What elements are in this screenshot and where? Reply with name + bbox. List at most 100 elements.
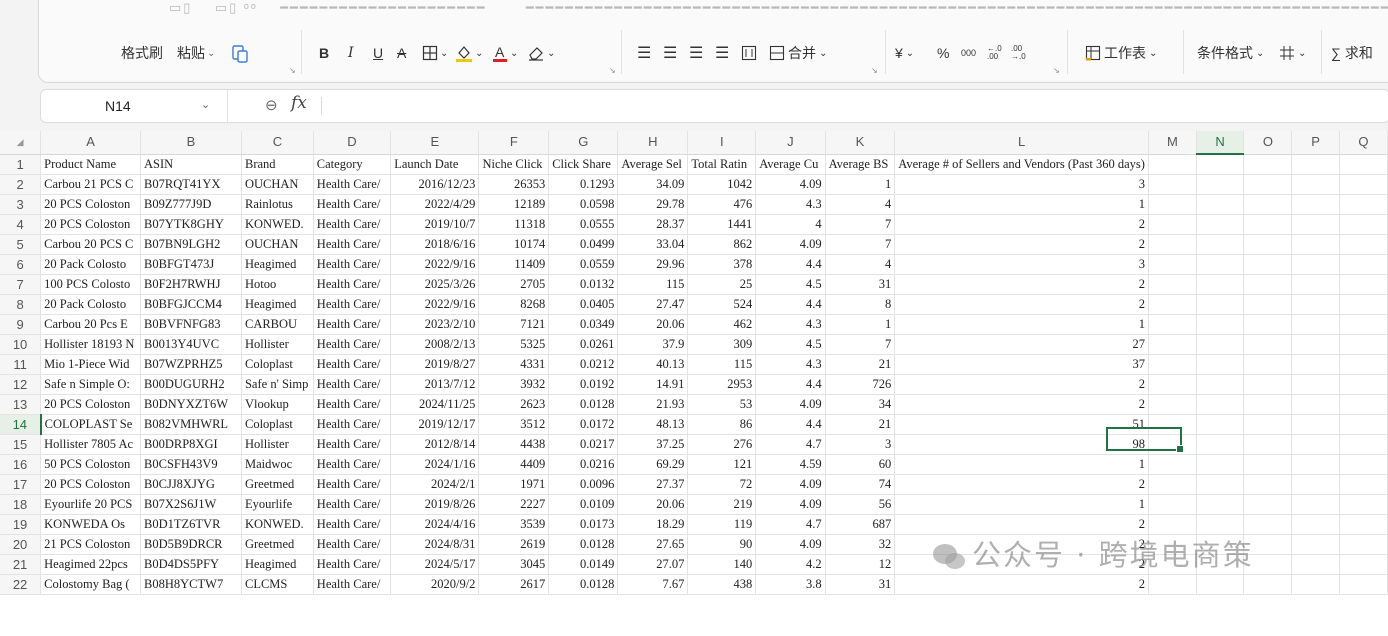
data-cell[interactable]: 8268 (478, 294, 550, 315)
empty-cell[interactable] (1196, 214, 1245, 235)
data-cell[interactable]: 72 (687, 474, 757, 495)
data-cell[interactable]: Health Care/ (313, 534, 392, 555)
data-cell[interactable]: 2619 (478, 534, 550, 555)
data-cell[interactable]: 2024/11/25 (390, 394, 480, 415)
data-cell[interactable]: B0BFGJCCM4 (140, 294, 242, 315)
empty-cell[interactable] (1243, 154, 1293, 175)
column-title-cell[interactable]: Launch Date (390, 154, 480, 175)
empty-cell[interactable] (1291, 534, 1340, 555)
data-cell[interactable]: Hollister 7805 Ac (40, 434, 142, 455)
data-cell[interactable]: 51 (894, 414, 1149, 435)
data-cell[interactable]: 21 (825, 354, 896, 375)
data-cell[interactable]: 115 (687, 354, 757, 375)
data-cell[interactable]: 32 (825, 534, 896, 555)
select-all-corner[interactable]: ◢ (0, 131, 42, 155)
row-header[interactable]: 20 (0, 534, 42, 555)
data-cell[interactable]: 4.4 (755, 374, 826, 395)
data-cell[interactable]: 5325 (478, 334, 550, 355)
column-header-n[interactable]: N (1196, 131, 1245, 155)
data-cell[interactable]: 27 (894, 334, 1149, 355)
data-cell[interactable]: 276 (687, 434, 757, 455)
empty-cell[interactable] (1148, 154, 1197, 175)
empty-cell[interactable] (1291, 354, 1340, 375)
empty-cell[interactable] (1243, 234, 1293, 255)
data-cell[interactable]: B0BFGT473J (140, 254, 242, 275)
column-title-cell[interactable]: Click Share (548, 154, 619, 175)
data-cell[interactable]: 98 (894, 434, 1149, 455)
empty-cell[interactable] (1148, 254, 1197, 275)
data-cell[interactable]: 2 (894, 274, 1149, 295)
column-title-cell[interactable]: Product Name (40, 154, 142, 175)
data-cell[interactable]: 4.2 (755, 554, 826, 575)
data-cell[interactable]: 3932 (478, 374, 550, 395)
data-cell[interactable]: 2019/12/17 (390, 414, 480, 435)
data-cell[interactable]: B0F2H7RWHJ (140, 274, 242, 295)
underline-button[interactable]: U (373, 40, 383, 66)
data-cell[interactable]: 0.0216 (548, 454, 619, 475)
data-cell[interactable]: 3.8 (755, 574, 826, 595)
empty-cell[interactable] (1196, 454, 1245, 475)
empty-cell[interactable] (1339, 374, 1388, 395)
empty-cell[interactable] (1339, 354, 1388, 375)
empty-cell[interactable] (1148, 174, 1197, 195)
data-cell[interactable]: Health Care/ (313, 194, 392, 215)
bold-button[interactable]: B (319, 40, 329, 66)
empty-cell[interactable] (1148, 374, 1197, 395)
data-cell[interactable]: 2013/7/12 (390, 374, 480, 395)
data-cell[interactable]: KONWED. (241, 214, 314, 235)
data-cell[interactable]: Health Care/ (313, 314, 392, 335)
data-cell[interactable]: 26353 (478, 174, 550, 195)
data-cell[interactable]: 3 (825, 434, 896, 455)
data-cell[interactable]: 438 (687, 574, 757, 595)
data-cell[interactable]: CARBOU (241, 314, 314, 335)
data-cell[interactable]: 29.96 (617, 254, 689, 275)
empty-cell[interactable] (1291, 374, 1340, 395)
data-cell[interactable]: KONWED. (241, 514, 314, 535)
data-cell[interactable]: Heagimed 22pcs (40, 554, 142, 575)
data-cell[interactable]: 7 (825, 334, 896, 355)
data-cell[interactable]: 2024/4/16 (390, 514, 480, 535)
data-cell[interactable]: 2024/5/17 (390, 554, 480, 575)
data-cell[interactable]: 0.0096 (548, 474, 619, 495)
data-cell[interactable]: 2023/2/10 (390, 314, 480, 335)
column-header-j[interactable]: J (755, 131, 826, 155)
data-cell[interactable]: 4438 (478, 434, 550, 455)
empty-cell[interactable] (1339, 414, 1388, 435)
data-cell[interactable]: 2 (894, 394, 1149, 415)
data-cell[interactable]: Hotoo (241, 274, 314, 295)
launcher-icon[interactable]: ↘ (1053, 66, 1060, 75)
data-cell[interactable]: 1 (894, 314, 1149, 335)
data-cell[interactable]: Health Care/ (313, 214, 392, 235)
data-cell[interactable]: 0.0598 (548, 194, 619, 215)
row-header[interactable]: 19 (0, 514, 42, 535)
data-cell[interactable]: 11409 (478, 254, 550, 275)
empty-cell[interactable] (1339, 514, 1388, 535)
data-cell[interactable]: B0DNYXZT6W (140, 394, 242, 415)
data-cell[interactable]: 4.3 (755, 194, 826, 215)
row-header[interactable]: 14 (0, 414, 42, 435)
italic-button[interactable]: I (348, 40, 354, 66)
row-header[interactable]: 11 (0, 354, 42, 375)
row-header[interactable]: 2 (0, 174, 42, 195)
data-cell[interactable]: B08H8YCTW7 (140, 574, 242, 595)
empty-cell[interactable] (1291, 154, 1340, 175)
row-header[interactable]: 4 (0, 214, 42, 235)
data-cell[interactable]: 2020/9/2 (390, 574, 480, 595)
column-title-cell[interactable]: Niche Click (478, 154, 550, 175)
data-cell[interactable]: Colostomy Bag ( (40, 574, 142, 595)
data-cell[interactable]: B0BVFNFG83 (140, 314, 242, 335)
data-cell[interactable]: 2 (894, 574, 1149, 595)
data-cell[interactable]: 1 (825, 174, 896, 195)
data-cell[interactable]: 4.4 (755, 414, 826, 435)
empty-cell[interactable] (1243, 394, 1293, 415)
row-header[interactable]: 5 (0, 234, 42, 255)
percent-button[interactable]: % (937, 40, 949, 66)
column-header-e[interactable]: E (390, 131, 480, 155)
data-cell[interactable]: 4 (755, 214, 826, 235)
data-cell[interactable]: 0.0192 (548, 374, 619, 395)
empty-cell[interactable] (1243, 434, 1293, 455)
increase-decimal-button[interactable]: ←.0 .00 (987, 40, 1002, 66)
row-header[interactable]: 10 (0, 334, 42, 355)
empty-cell[interactable] (1291, 214, 1340, 235)
column-header-l[interactable]: L (894, 131, 1149, 155)
